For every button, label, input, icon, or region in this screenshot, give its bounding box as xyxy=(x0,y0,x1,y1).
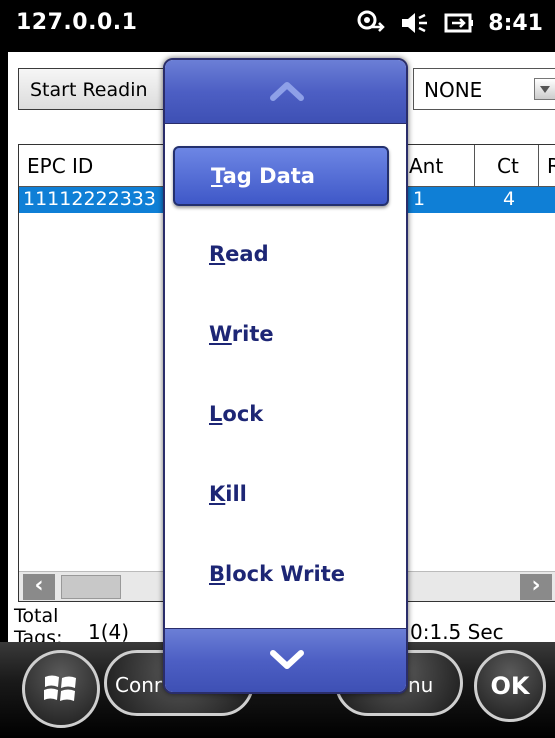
filter-value: NONE xyxy=(424,78,483,102)
status-icons: 8:41 xyxy=(356,10,543,36)
cell-ct: 4 xyxy=(503,188,516,210)
menu-item-label: ead xyxy=(225,242,269,266)
start-menu-button[interactable] xyxy=(22,650,100,728)
menu-item-label: lock Write xyxy=(225,562,345,586)
menu-item-block-write[interactable]: Block Write xyxy=(173,546,389,606)
read-time: 0:1.5 Sec xyxy=(410,620,504,644)
scroll-left-icon[interactable]: ‹ xyxy=(23,574,55,600)
chevron-down-icon xyxy=(270,650,304,669)
menu-item-tag-data[interactable]: Tag Data xyxy=(173,146,389,206)
menu-item-kill[interactable]: Kill xyxy=(173,466,389,526)
battery-icon[interactable] xyxy=(444,10,474,36)
total-label-line1: Total xyxy=(14,605,59,627)
ok-button[interactable]: OK xyxy=(474,650,546,722)
status-bar: 127.0.0.1 8:41 xyxy=(0,0,555,52)
chevron-up-icon xyxy=(270,82,304,101)
menu-item-lock[interactable]: Lock xyxy=(173,386,389,446)
filter-select[interactable]: NONE xyxy=(413,68,555,110)
menu-scroll-down-button[interactable] xyxy=(165,628,406,692)
cell-ant: 1 xyxy=(413,188,426,210)
menu-item-mnemonic: T xyxy=(211,164,223,188)
menu-item-write[interactable]: Write xyxy=(173,306,389,366)
menu-item-mnemonic: R xyxy=(209,242,226,266)
scroll-thumb[interactable] xyxy=(61,575,121,599)
status-title: 127.0.0.1 xyxy=(16,10,138,35)
menu-item-label: rite xyxy=(231,322,274,346)
volume-icon[interactable] xyxy=(400,10,430,36)
menu-item-read[interactable]: Read xyxy=(173,226,389,286)
menu-item-label: ock xyxy=(222,402,264,426)
menu-item-mnemonic: W xyxy=(209,322,232,346)
menu-item-label: ag Data xyxy=(222,164,315,188)
column-header-epc-id[interactable]: EPC ID xyxy=(19,145,179,187)
menu-item-label: ill xyxy=(225,482,247,506)
windows-logo-icon xyxy=(44,675,76,701)
cell-epc-id: 11112222333 xyxy=(23,188,156,210)
scroll-right-icon[interactable]: › xyxy=(520,574,552,600)
menu-item-mnemonic: B xyxy=(209,562,226,586)
column-header-ant[interactable]: Ant xyxy=(409,145,475,187)
total-tags-count: 1(4) xyxy=(88,620,130,644)
start-reading-button[interactable]: Start Readin xyxy=(18,68,173,110)
menu-scroll-up-button[interactable] xyxy=(165,60,406,124)
column-header-r[interactable]: R xyxy=(539,145,555,187)
menu-item-mnemonic: L xyxy=(209,402,223,426)
connectivity-icon[interactable] xyxy=(356,10,386,36)
context-menu[interactable]: Tag Data Read Write Lock Kill Block Writ… xyxy=(163,58,408,694)
menu-item-mnemonic: K xyxy=(209,482,226,506)
column-header-ct[interactable]: Ct xyxy=(475,145,539,187)
dropdown-arrow-icon[interactable] xyxy=(534,78,555,100)
clock: 8:41 xyxy=(488,10,543,36)
